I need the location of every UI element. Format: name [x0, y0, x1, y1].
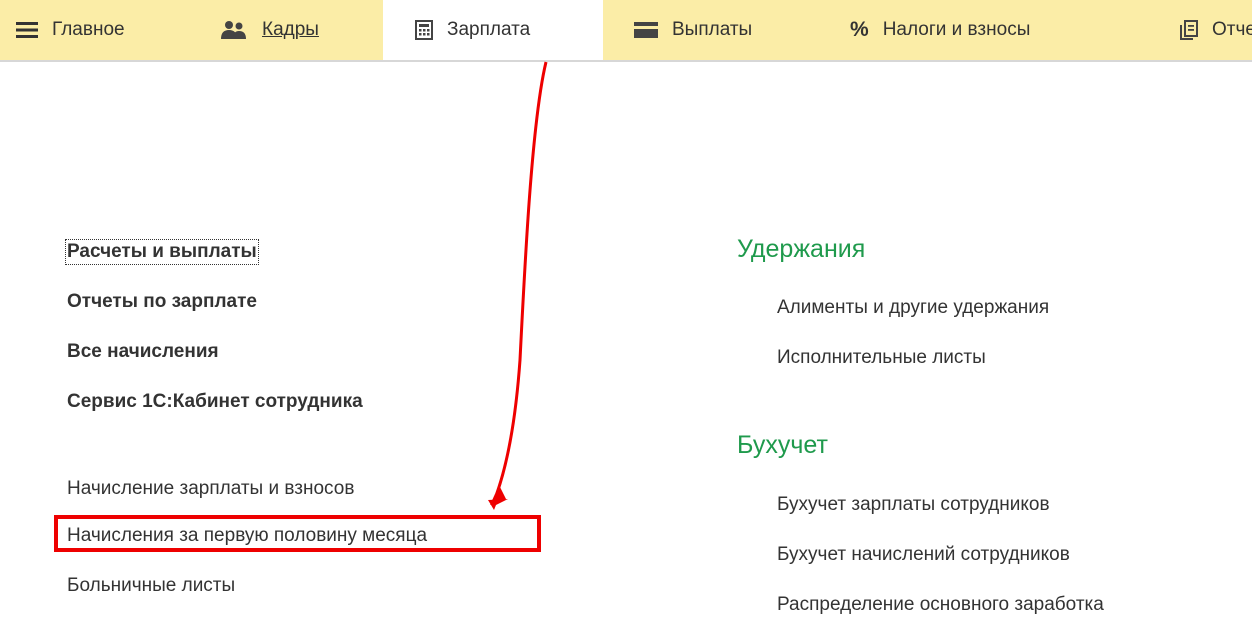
annotation-arrow	[488, 61, 548, 510]
